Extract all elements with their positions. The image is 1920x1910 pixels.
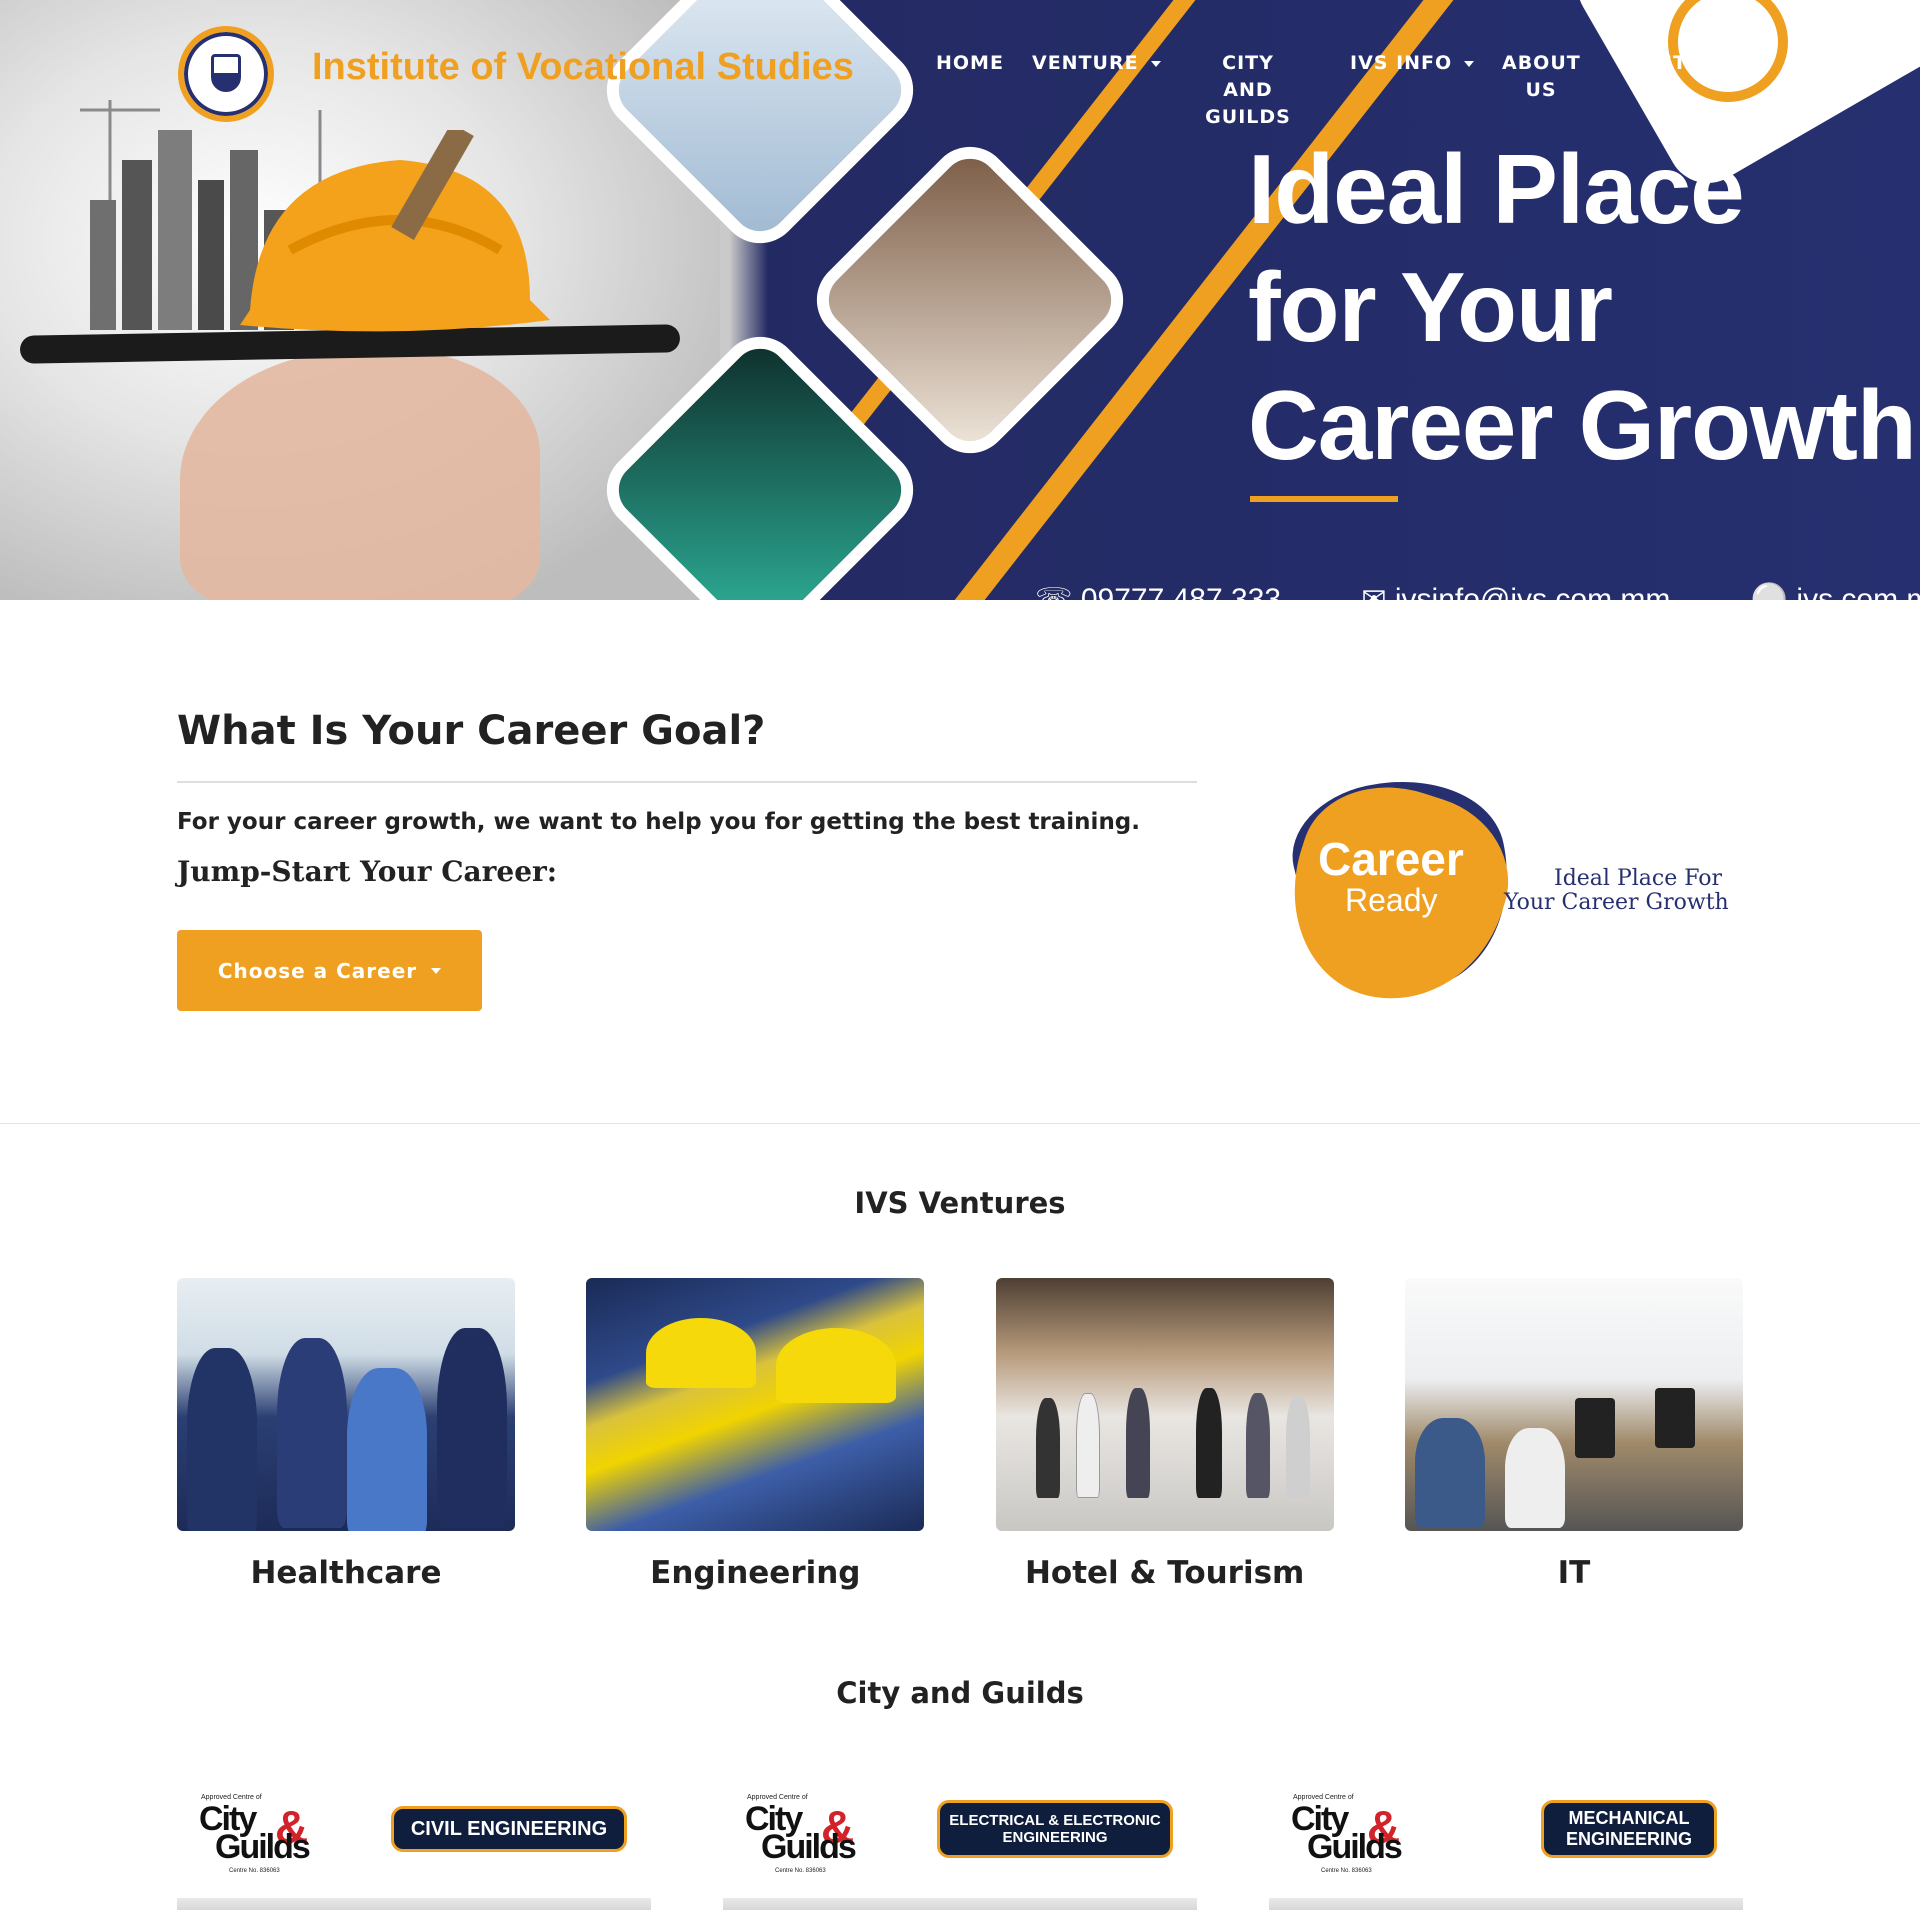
venture-label: Hotel & Tourism [1024, 1555, 1305, 1591]
chevron-down-icon [431, 967, 442, 974]
venture-card-healthcare[interactable]: Healthcare [177, 1278, 515, 1591]
career-goal-title: What Is Your Career Goal? [177, 708, 766, 754]
brand-name[interactable]: Institute of Vocational Studies [312, 46, 854, 89]
hotel-tourism-photo [995, 1278, 1334, 1531]
phone-text: ☏ 09777 487 333 [1035, 583, 1282, 600]
city-guilds-logo: Approved Centre of City & Guilds Centre … [199, 1794, 311, 1874]
email-text: ✉ ivsinfo@ivs.com.mm [1361, 583, 1671, 600]
venture-label: Healthcare [250, 1555, 442, 1591]
hero-banner: Ideal Place for Your Career Growth ☏ 097… [0, 0, 1920, 600]
healthcare-photo [177, 1278, 515, 1531]
nav-about-us[interactable]: ABOUT US [1502, 50, 1580, 104]
course-badge: CIVIL ENGINEERING [391, 1806, 627, 1852]
course-badge: ELECTRICAL & ELECTRONIC ENGINEERING [937, 1800, 1173, 1858]
career-ready-word2: Ready [1345, 882, 1438, 918]
ventures-title: IVS Ventures [854, 1186, 1066, 1220]
ivs-logo[interactable] [178, 26, 274, 122]
nav-ivs-info[interactable]: IVS INFO [1350, 50, 1475, 77]
it-photo [1404, 1278, 1743, 1531]
nav-venture[interactable]: VENTURE [1032, 50, 1161, 77]
website-text: ⚪ ivs.com.mm [1750, 583, 1920, 600]
ventures-grid: Healthcare Engineering Hotel & Tourism I… [177, 1278, 1743, 1591]
cg-card-mechanical[interactable]: Approved Centre of City & Guilds Centre … [1269, 1786, 1743, 1910]
nav-contact[interactable]: CONTACT [1624, 50, 1730, 77]
engineering-photo [586, 1278, 925, 1531]
headline-underline [1250, 496, 1398, 502]
hero-contact-strip: ☏ 09777 487 333 ✉ ivsinfo@ivs.com.mm ⚪ i… [1035, 582, 1920, 600]
career-ready-tagline2: Your Career Growth [1504, 890, 1729, 915]
course-image-preview [723, 1898, 1197, 1910]
choose-career-label: Choose a Career [217, 958, 418, 983]
city-guilds-logo: Approved Centre of City & Guilds Centre … [1291, 1794, 1403, 1874]
hand-image [180, 350, 540, 600]
venture-label: IT [1557, 1555, 1591, 1591]
venture-card-it[interactable]: IT [1404, 1278, 1743, 1591]
choose-career-button[interactable]: Choose a Career [177, 930, 482, 1011]
chevron-down-icon [1150, 60, 1161, 67]
city-guilds-logo: Approved Centre of City & Guilds Centre … [745, 1794, 857, 1874]
chevron-down-icon [1464, 60, 1475, 67]
nav-city-and-guilds[interactable]: CITY AND GUILDS [1194, 50, 1302, 131]
course-image-preview [177, 1898, 651, 1910]
cg-card-electrical[interactable]: Approved Centre of City & Guilds Centre … [723, 1786, 1197, 1910]
jump-start-heading: Jump-Start Your Career: [177, 855, 558, 888]
hero-headline: Ideal Place for Your Career Growth [1248, 134, 1917, 480]
career-goal-lead: For your career growth, we want to help … [177, 809, 1141, 835]
course-image-preview [1269, 1898, 1743, 1910]
section-divider [0, 1123, 1920, 1124]
city-guilds-title: City and Guilds [836, 1676, 1084, 1710]
divider [177, 781, 1197, 783]
cg-card-civil[interactable]: Approved Centre of City & Guilds Centre … [177, 1786, 651, 1910]
shield-icon [211, 54, 241, 92]
course-badge: MECHANICAL ENGINEERING [1541, 1800, 1717, 1858]
venture-card-hotel-tourism[interactable]: Hotel & Tourism [995, 1278, 1334, 1591]
career-ready-logo: Career Ready Ideal Place For Your Career… [1264, 760, 1750, 1028]
city-guilds-grid: Approved Centre of City & Guilds Centre … [177, 1786, 1743, 1910]
career-ready-tagline1: Ideal Place For [1554, 866, 1723, 891]
venture-card-engineering[interactable]: Engineering [586, 1278, 925, 1591]
nav-home[interactable]: HOME [936, 50, 1004, 77]
venture-label: Engineering [650, 1555, 861, 1591]
career-ready-word1: Career [1318, 833, 1464, 885]
hard-hat-icon [240, 130, 550, 332]
